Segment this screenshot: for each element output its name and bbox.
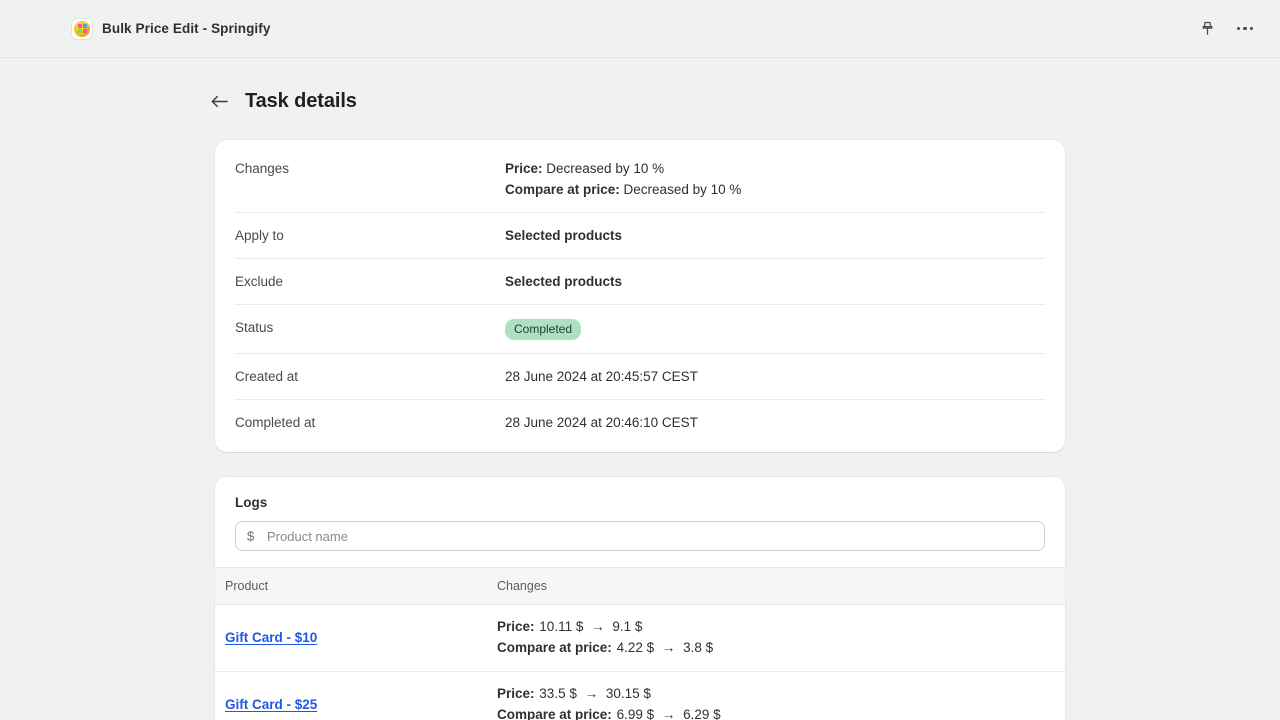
- change-compare-label: Compare at price:: [497, 640, 612, 655]
- top-bar: Bulk Price Edit - Springify: [0, 0, 1280, 58]
- detail-value-changes: Price: Decreased by 10 % Compare at pric…: [505, 160, 741, 199]
- change-compare-to: 6.29 $: [683, 707, 721, 720]
- detail-row-completed-at: Completed at 28 June 2024 at 20:46:10 CE…: [235, 399, 1045, 452]
- search-input[interactable]: [235, 521, 1045, 551]
- change-line-price: Price: 33.5 $ → 30.15 $: [497, 685, 1065, 703]
- detail-value-apply-to: Selected products: [505, 228, 623, 243]
- change-line-compare: Compare at price: 6.99 $ → 6.29 $: [497, 706, 1065, 720]
- logs-table: Product Changes Gift Card - $10 Price: 1…: [215, 567, 1065, 720]
- changes-price-key: Price:: [505, 161, 543, 176]
- change-line-price: Price: 10.11 $ → 9.1 $: [497, 618, 1065, 636]
- product-link[interactable]: Gift Card - $25: [225, 697, 317, 712]
- table-cell-changes: Price: 10.11 $ → 9.1 $ Compare at price:…: [487, 604, 1065, 672]
- detail-value-status: Completed: [505, 319, 582, 340]
- detail-value-exclude: Selected products: [505, 274, 623, 289]
- logs-title: Logs: [235, 495, 268, 510]
- arrow-right-icon: →: [591, 619, 605, 634]
- page-header: Task details: [210, 90, 1280, 113]
- detail-label: Changes: [235, 161, 290, 176]
- changes-compare-value: Decreased by 10 %: [619, 182, 742, 197]
- springify-app-icon: [72, 18, 92, 39]
- task-details-card: Changes Price: Decreased by 10 % Compare…: [215, 140, 1065, 452]
- column-header-changes: Changes: [487, 567, 1065, 605]
- change-compare-from: 6.99 $: [616, 707, 655, 720]
- arrow-right-icon: →: [584, 686, 599, 701]
- column-header-product: Product: [215, 567, 487, 605]
- change-price-to: 9.1 $: [612, 619, 643, 634]
- detail-label: Exclude: [235, 274, 284, 289]
- change-compare-from: 4.22 $: [616, 640, 655, 655]
- logs-table-body: Gift Card - $10 Price: 10.11 $ → 9.1 $ C…: [215, 604, 1065, 720]
- change-price-to: 30.15 $: [605, 686, 651, 701]
- change-price-label: Price:: [497, 686, 535, 701]
- app-title: Bulk Price Edit - Springify: [102, 21, 271, 36]
- change-line-compare: Compare at price: 4.22 $ → 3.8 $: [497, 639, 1065, 657]
- app-tab[interactable]: Bulk Price Edit - Springify: [70, 10, 280, 48]
- change-compare-to: 3.8 $: [683, 640, 714, 655]
- detail-label: Status: [235, 320, 274, 335]
- detail-value-created-at: 28 June 2024 at 20:45:57 CEST: [505, 369, 698, 384]
- table-cell-changes: Price: 33.5 $ → 30.15 $ Compare at price…: [487, 671, 1065, 720]
- top-bar-actions: [1192, 14, 1260, 44]
- page-content: Task details Changes Price: Decreased by…: [0, 90, 1280, 720]
- table-row: Gift Card - $25 Price: 33.5 $ → 30.15 $ …: [215, 671, 1065, 720]
- status-badge: Completed: [505, 319, 582, 340]
- changes-compare-line: Compare at price: Decreased by 10 %: [505, 181, 741, 199]
- ellipsis-icon[interactable]: [1230, 14, 1260, 44]
- changes-compare-key: Compare at price:: [505, 182, 620, 197]
- change-price-from: 10.11 $: [539, 619, 584, 634]
- logs-table-header-row: Product Changes: [215, 567, 1065, 605]
- detail-label: Apply to: [235, 228, 284, 243]
- table-cell-product: Gift Card - $10: [215, 604, 487, 672]
- task-details-rows: Changes Price: Decreased by 10 % Compare…: [215, 140, 1065, 452]
- arrow-right-icon: →: [661, 707, 676, 720]
- logs-table-head: Product Changes: [215, 567, 1065, 605]
- change-price-from: 33.5 $: [539, 686, 577, 701]
- table-cell-product: Gift Card - $25: [215, 671, 487, 720]
- detail-label: Completed at: [235, 415, 316, 430]
- change-price-label: Price:: [497, 619, 535, 634]
- detail-label: Created at: [235, 369, 299, 384]
- detail-row-status: Status Completed: [235, 304, 1045, 353]
- product-link[interactable]: Gift Card - $10: [225, 630, 317, 645]
- detail-row-exclude: Exclude Selected products: [235, 258, 1045, 304]
- table-row: Gift Card - $10 Price: 10.11 $ → 9.1 $ C…: [215, 604, 1065, 672]
- pin-icon[interactable]: [1192, 14, 1222, 44]
- logs-header: Logs $: [215, 477, 1065, 567]
- arrow-right-icon: →: [661, 640, 676, 655]
- detail-row-apply-to: Apply to Selected products: [235, 212, 1045, 258]
- detail-value-completed-at: 28 June 2024 at 20:46:10 CEST: [505, 415, 698, 430]
- detail-row-changes: Changes Price: Decreased by 10 % Compare…: [235, 140, 1045, 212]
- page-title: Task details: [245, 90, 357, 112]
- detail-row-created-at: Created at 28 June 2024 at 20:45:57 CEST: [235, 353, 1045, 399]
- logs-card: Logs $ Product Changes Gift Card - $10: [215, 477, 1065, 720]
- changes-price-value: Decreased by 10 %: [542, 161, 665, 176]
- logs-search-wrap: $: [235, 521, 1045, 551]
- change-compare-label: Compare at price:: [497, 707, 612, 720]
- arrow-left-icon[interactable]: [210, 93, 228, 111]
- changes-price-line: Price: Decreased by 10 %: [505, 160, 741, 178]
